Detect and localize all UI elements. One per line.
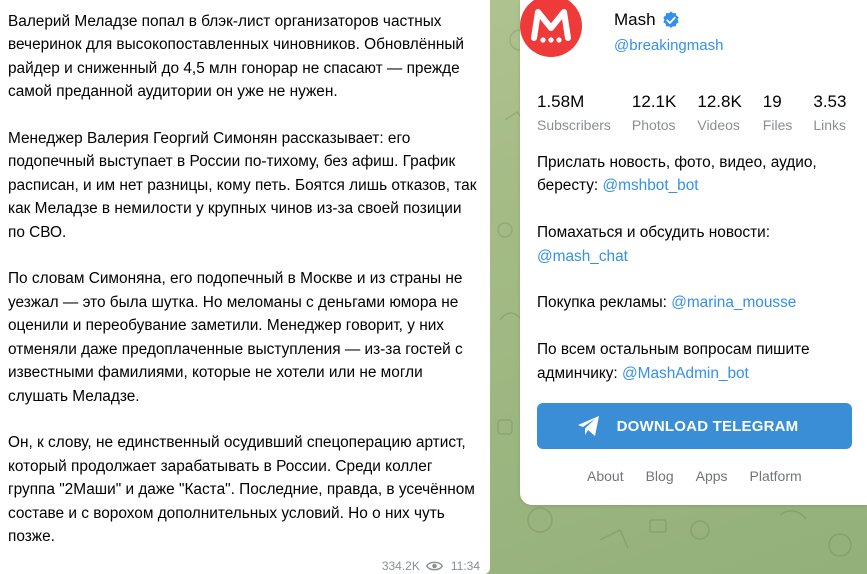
stat-videos[interactable]: 12.8K Videos <box>697 92 741 133</box>
bot-link[interactable]: @mshbot_bot <box>603 177 699 194</box>
channel-avatar[interactable] <box>520 0 582 57</box>
desc-paragraph: Помахаться и обсудить новости: @mash_cha… <box>537 221 857 268</box>
footer-link-platform[interactable]: Platform <box>750 468 802 484</box>
footer-links: About Blog Apps Platform <box>587 468 802 484</box>
download-label: DOWNLOAD TELEGRAM <box>616 417 799 435</box>
channel-name: Mash <box>614 10 834 30</box>
stat-label: Videos <box>697 117 740 133</box>
footer-link-about[interactable]: About <box>587 468 624 484</box>
stat-files[interactable]: 19 Files <box>763 92 793 133</box>
footer-link-apps[interactable]: Apps <box>696 468 728 484</box>
footer-link-blog[interactable]: Blog <box>646 468 674 484</box>
stat-label: Subscribers <box>537 117 611 133</box>
desc-text: Покупка рекламы: <box>537 294 672 312</box>
stat-subscribers: 1.58M Subscribers <box>537 92 611 133</box>
desc-paragraph: По всем остальным вопросам пишите админч… <box>537 338 857 385</box>
mash-logo-icon <box>531 9 571 43</box>
stat-value: 19 <box>762 92 782 111</box>
download-telegram-button[interactable]: DOWNLOAD TELEGRAM <box>537 403 852 449</box>
post-time: 11:34 <box>450 559 480 573</box>
post-text: Валерий Меладзе попал в блэк-лист органи… <box>8 13 477 545</box>
verified-badge-icon <box>662 11 679 28</box>
stat-label: Files <box>762 117 793 133</box>
channel-description: Прислать новость, фото, видео, аудио, бе… <box>537 151 857 408</box>
stat-label: Links <box>813 117 847 133</box>
stat-value: 12.8K <box>697 92 742 111</box>
stat-value: 1.58M <box>537 92 585 111</box>
channel-handle-link[interactable]: @breakingmash <box>614 37 834 54</box>
stat-value: 12.1K <box>631 92 677 111</box>
chat-link[interactable]: @mash_chat <box>537 248 628 265</box>
ads-contact-link[interactable]: @marina_mousse <box>671 294 796 311</box>
view-count: 334.2K <box>381 559 420 573</box>
post-meta: 334.2K 11:34 <box>377 559 480 573</box>
eye-icon <box>425 561 443 571</box>
telegram-plane-icon <box>577 416 599 436</box>
desc-text: Помахаться и обсудить новости: <box>537 224 770 242</box>
channel-title-block: Mash @breakingmash <box>614 10 834 54</box>
stat-photos[interactable]: 12.1K Photos <box>632 92 676 133</box>
desc-paragraph: Прислать новость, фото, видео, аудио, бе… <box>537 151 857 198</box>
channel-post: Валерий Меладзе попал в блэк-лист органи… <box>0 0 490 574</box>
stat-links[interactable]: 3.53 Links <box>813 92 846 133</box>
admin-bot-link[interactable]: @MashAdmin_bot <box>622 365 749 382</box>
stat-value: 3.53 <box>813 92 847 111</box>
stat-label: Photos <box>631 117 676 133</box>
channel-stats: 1.58M Subscribers 12.1K Photos 12.8K Vid… <box>537 92 867 133</box>
desc-paragraph: Покупка рекламы: @marina_mousse <box>537 291 857 314</box>
channel-name-text: Mash <box>614 10 656 29</box>
channel-card: Mash @breakingmash 1.58M Subscribers 12.… <box>520 0 867 505</box>
